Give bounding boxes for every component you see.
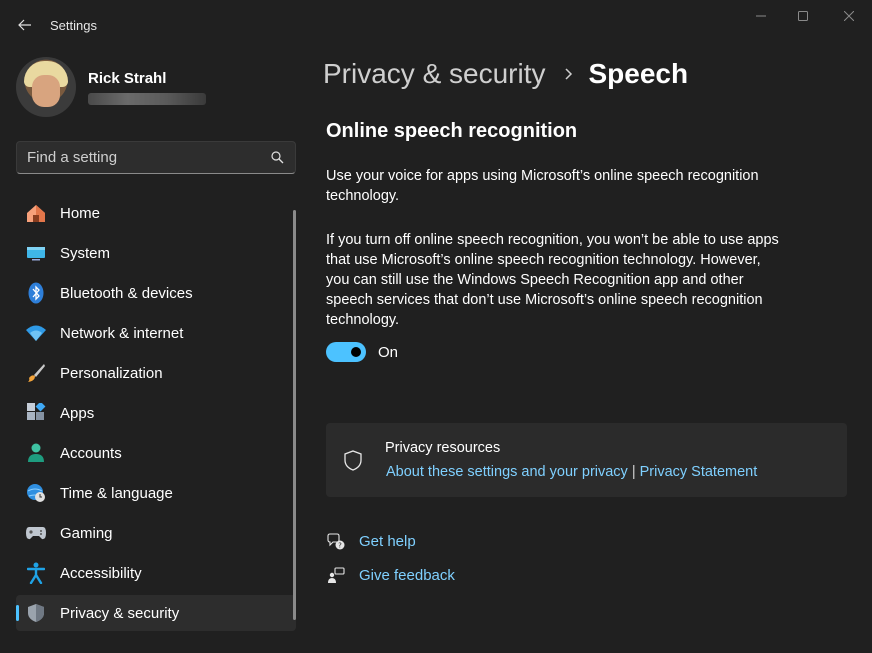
globe-clock-icon — [25, 482, 47, 504]
avatar — [16, 57, 76, 117]
accounts-icon — [25, 442, 47, 464]
user-profile[interactable]: Rick Strahl — [16, 57, 206, 117]
search-input[interactable] — [27, 149, 257, 166]
home-icon — [25, 202, 47, 224]
toggle-knob — [351, 347, 361, 357]
speech-recognition-toggle[interactable] — [326, 342, 366, 362]
page-title: Speech — [588, 58, 689, 89]
profile-name: Rick Strahl — [88, 69, 167, 87]
breadcrumb: Privacy & security Speech — [323, 58, 688, 90]
sidebar-item-privacy-security[interactable]: Privacy & security — [16, 595, 296, 631]
search-icon[interactable] — [271, 151, 284, 164]
sidebar-item-label: Accessibility — [60, 564, 142, 582]
maximize-icon — [798, 11, 808, 21]
svg-text:?: ? — [338, 542, 342, 550]
sidebar-nav: Home System Bluetooth & devices Network … — [16, 195, 296, 635]
chevron-right-icon — [564, 67, 573, 81]
sidebar-scrollbar[interactable] — [293, 210, 296, 620]
title-bar: Settings — [0, 0, 872, 48]
sidebar-item-label: Apps — [60, 404, 95, 422]
sidebar-item-label: Bluetooth & devices — [60, 284, 193, 302]
close-icon — [844, 11, 854, 21]
sidebar-item-bluetooth[interactable]: Bluetooth & devices — [16, 275, 296, 311]
sidebar-item-label: Gaming — [60, 524, 113, 542]
maximize-button[interactable] — [788, 4, 818, 28]
sidebar-item-network[interactable]: Network & internet — [16, 315, 296, 351]
privacy-resources-links: About these settings and your privacy | Pr… — [386, 464, 757, 480]
give-feedback-link[interactable]: Give feedback — [326, 565, 455, 585]
shield-icon — [25, 602, 47, 624]
breadcrumb-parent[interactable]: Privacy & security — [323, 58, 546, 90]
gamepad-icon — [25, 522, 47, 544]
section-detail: If you turn off online speech recognitio… — [326, 232, 779, 328]
minimize-button[interactable] — [746, 4, 776, 28]
sidebar-item-personalization[interactable]: Personalization — [16, 355, 296, 391]
shield-outline-icon — [344, 450, 362, 476]
sidebar-item-label: Personalization — [60, 364, 163, 382]
privacy-resources-card: Privacy resources About these settings a… — [326, 423, 847, 497]
help-chat-icon: ? — [326, 531, 346, 551]
close-button[interactable] — [834, 4, 864, 28]
sidebar-item-accounts[interactable]: Accounts — [16, 435, 296, 471]
toggle-state-label: On — [378, 344, 399, 361]
system-icon — [25, 242, 47, 264]
back-button[interactable] — [14, 14, 36, 36]
link-separator: | — [631, 464, 636, 480]
sidebar-item-label: Accounts — [60, 444, 122, 462]
sidebar-item-label: Privacy & security — [60, 604, 180, 622]
arrow-left-icon — [18, 19, 31, 31]
sidebar-item-label: System — [60, 244, 111, 262]
give-feedback-label: Give feedback — [359, 566, 455, 584]
get-help-label: Get help — [359, 532, 416, 550]
privacy-statement-link[interactable]: Privacy Statement — [640, 464, 758, 480]
sidebar-item-apps[interactable]: Apps — [16, 395, 296, 431]
section-title: Online speech recognition — [326, 120, 578, 142]
get-help-link[interactable]: ? Get help — [326, 531, 416, 551]
app-title: Settings — [50, 18, 97, 33]
profile-email-redacted — [88, 92, 206, 105]
minimize-icon — [756, 15, 766, 17]
search-box[interactable] — [16, 141, 296, 174]
sidebar-item-time-language[interactable]: Time & language — [16, 475, 296, 511]
section-description: Use your voice for apps using Microsoft’… — [326, 168, 759, 204]
sidebar-item-gaming[interactable]: Gaming — [16, 515, 296, 551]
apps-icon — [25, 402, 47, 424]
wifi-icon — [25, 322, 47, 344]
privacy-resources-title: Privacy resources — [385, 440, 501, 456]
feedback-icon — [326, 565, 346, 585]
sidebar-item-system[interactable]: System — [16, 235, 296, 271]
brush-icon — [25, 362, 47, 384]
sidebar-item-label: Time & language — [60, 484, 173, 502]
sidebar-item-label: Network & internet — [60, 324, 184, 342]
about-settings-link[interactable]: About these settings and your privacy — [386, 464, 628, 480]
sidebar-item-label: Home — [60, 204, 101, 222]
sidebar-item-home[interactable]: Home — [16, 195, 296, 231]
bluetooth-icon — [25, 282, 47, 304]
sidebar-item-accessibility[interactable]: Accessibility — [16, 555, 296, 591]
accessibility-icon — [25, 562, 47, 584]
